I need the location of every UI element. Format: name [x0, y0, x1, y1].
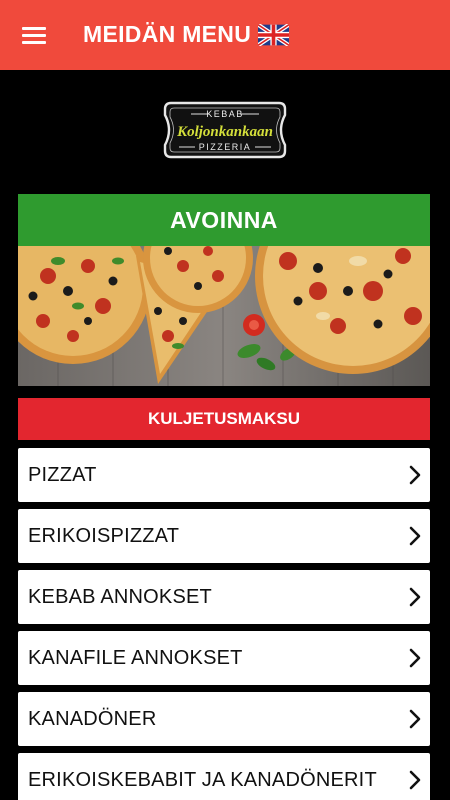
menu-item-erikoispizzat[interactable]: ERIKOISPIZZAT: [18, 509, 430, 563]
chevron-right-icon: [409, 770, 421, 790]
menu-item-label: KANADÖNER: [28, 707, 157, 730]
menu-item-kebab-annokset[interactable]: KEBAB ANNOKSET: [18, 570, 430, 624]
menu-item-label: KEBAB ANNOKSET: [28, 585, 212, 608]
menu-item-label: PIZZAT: [28, 463, 97, 486]
menu-item-kanafile-annokset[interactable]: KANAFILE ANNOKSET: [18, 631, 430, 685]
menu-item-erikoiskebabit[interactable]: ERIKOISKEBABIT JA KANADÖNERIT: [18, 753, 430, 800]
restaurant-logo: KEBAB Koljonkankaan PIZZERIA: [163, 101, 287, 159]
chevron-right-icon: [409, 526, 421, 546]
logo-name: Koljonkankaan: [176, 124, 273, 140]
menu-item-label: KANAFILE ANNOKSET: [28, 646, 243, 669]
app-bar: MEIDÄN MENU: [0, 0, 450, 70]
menu-item-pizzat[interactable]: PIZZAT: [18, 448, 430, 502]
hamburger-menu-icon[interactable]: [22, 27, 46, 45]
page-title: MEIDÄN MENU: [83, 21, 252, 47]
logo-top-text: KEBAB: [206, 109, 244, 119]
menu-item-label: ERIKOISKEBABIT JA KANADÖNERIT: [28, 768, 377, 791]
open-status-banner: AVOINNA: [18, 194, 430, 246]
delivery-fee-button[interactable]: KULJETUSMAKSU: [18, 398, 430, 440]
pizza-hero-image: [18, 246, 430, 386]
chevron-right-icon: [409, 709, 421, 729]
menu-item-kanadoner[interactable]: KANADÖNER: [18, 692, 430, 746]
menu-item-label: ERIKOISPIZZAT: [28, 524, 180, 547]
menu-category-list: PIZZAT ERIKOISPIZZAT KEBAB ANNOKSET KANA…: [18, 448, 430, 800]
logo-bottom-text: PIZZERIA: [199, 142, 252, 152]
chevron-right-icon: [409, 465, 421, 485]
uk-flag-icon[interactable]: [258, 24, 289, 46]
chevron-right-icon: [409, 587, 421, 607]
chevron-right-icon: [409, 648, 421, 668]
